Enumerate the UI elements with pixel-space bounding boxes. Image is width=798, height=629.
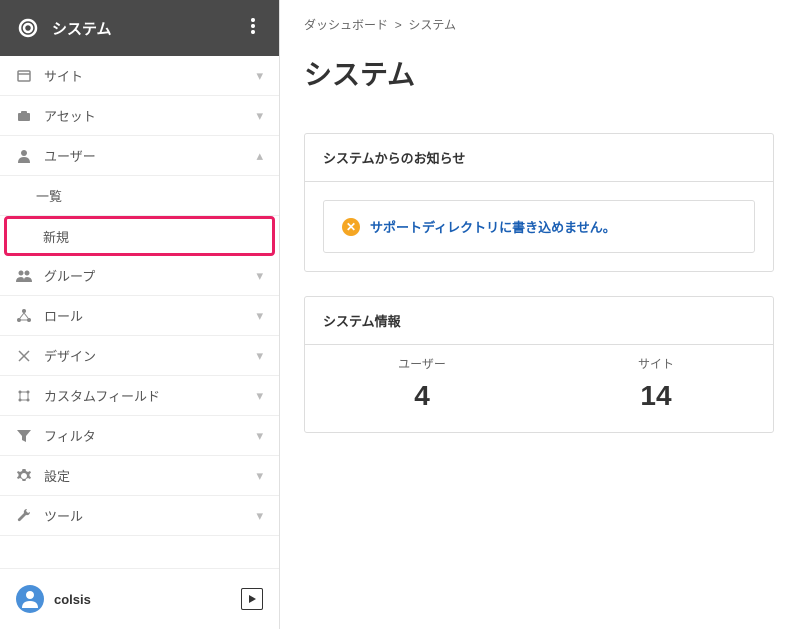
nav-item-filter[interactable]: フィルタ ▾ xyxy=(0,416,279,456)
nav-label: デザイン xyxy=(44,346,244,365)
stat-label: サイト xyxy=(539,355,773,372)
sidebar-header: システム xyxy=(0,0,279,56)
chevron-up-icon: ▴ xyxy=(256,148,263,164)
nav-subitem-list[interactable]: 一覧 xyxy=(0,176,279,216)
site-icon xyxy=(16,68,32,84)
field-icon xyxy=(16,388,32,404)
sidebar-header-left: システム xyxy=(16,16,112,40)
stats: ユーザー 4 サイト 14 xyxy=(305,345,773,432)
nav: サイト ▾ アセット ▾ ユーザー ▴ 一覧 新規 グループ ▾ ロール ▾ xyxy=(0,56,279,568)
nav-item-site[interactable]: サイト ▾ xyxy=(0,56,279,96)
nav-label: ユーザー xyxy=(44,146,244,165)
stat-value: 14 xyxy=(539,380,773,412)
stat-sites: サイト 14 xyxy=(539,355,773,412)
logo-icon xyxy=(16,16,40,40)
expand-icon[interactable] xyxy=(241,588,263,610)
user-info[interactable]: colsis xyxy=(16,585,91,613)
breadcrumb: ダッシュボード > システム xyxy=(304,16,774,33)
filter-icon xyxy=(16,428,32,444)
sidebar-title: システム xyxy=(52,18,112,39)
nav-label: ロール xyxy=(44,306,244,325)
wrench-icon xyxy=(16,508,32,524)
breadcrumb-sep: > xyxy=(395,18,402,32)
page-title: システム xyxy=(304,53,774,93)
chevron-down-icon: ▾ xyxy=(256,108,263,124)
design-icon xyxy=(16,348,32,364)
nav-item-field[interactable]: カスタムフィールド ▾ xyxy=(0,376,279,416)
chevron-down-icon: ▾ xyxy=(256,348,263,364)
chevron-down-icon: ▾ xyxy=(256,468,263,484)
chevron-down-icon: ▾ xyxy=(256,268,263,284)
main: ダッシュボード > システム システム システムからのお知らせ ✕ サポートディ… xyxy=(280,0,798,629)
nav-item-settings[interactable]: 設定 ▾ xyxy=(0,456,279,496)
info-header: システム情報 xyxy=(305,297,773,345)
nav-subitem-new[interactable]: 新規 xyxy=(4,216,275,256)
nav-item-group[interactable]: グループ ▾ xyxy=(0,256,279,296)
notice-header: システムからのお知らせ xyxy=(305,134,773,182)
nav-item-design[interactable]: デザイン ▾ xyxy=(0,336,279,376)
nav-sublabel: 一覧 xyxy=(36,186,62,205)
group-icon xyxy=(16,268,32,284)
role-icon xyxy=(16,308,32,324)
info-panel: システム情報 ユーザー 4 サイト 14 xyxy=(304,296,774,433)
nav-sublabel: 新規 xyxy=(43,227,69,246)
stat-value: 4 xyxy=(305,380,539,412)
more-icon[interactable] xyxy=(243,10,263,47)
username: colsis xyxy=(54,592,91,607)
nav-item-user[interactable]: ユーザー ▴ xyxy=(0,136,279,176)
stat-users: ユーザー 4 xyxy=(305,355,539,412)
notice-body: ✕ サポートディレクトリに書き込めません。 xyxy=(305,182,773,271)
nav-label: サイト xyxy=(44,66,244,85)
asset-icon xyxy=(16,108,32,124)
alert-text: サポートディレクトリに書き込めません。 xyxy=(370,217,616,236)
breadcrumb-current: システム xyxy=(408,18,456,32)
nav-item-asset[interactable]: アセット ▾ xyxy=(0,96,279,136)
nav-label: カスタムフィールド xyxy=(44,386,244,405)
gear-icon xyxy=(16,468,32,484)
chevron-down-icon: ▾ xyxy=(256,388,263,404)
sidebar: システム サイト ▾ アセット ▾ ユーザー ▴ 一覧 新規 グルー xyxy=(0,0,280,629)
avatar-icon xyxy=(16,585,44,613)
stat-label: ユーザー xyxy=(305,355,539,372)
warning-icon: ✕ xyxy=(342,218,360,236)
nav-label: ツール xyxy=(44,506,244,525)
chevron-down-icon: ▾ xyxy=(256,68,263,84)
nav-label: フィルタ xyxy=(44,426,244,445)
nav-item-tools[interactable]: ツール ▾ xyxy=(0,496,279,536)
breadcrumb-root[interactable]: ダッシュボード xyxy=(304,18,388,32)
chevron-down-icon: ▾ xyxy=(256,308,263,324)
user-icon xyxy=(16,148,32,164)
chevron-down-icon: ▾ xyxy=(256,508,263,524)
notice-panel: システムからのお知らせ ✕ サポートディレクトリに書き込めません。 xyxy=(304,133,774,272)
nav-item-role[interactable]: ロール ▾ xyxy=(0,296,279,336)
nav-label: グループ xyxy=(44,266,244,285)
sidebar-footer: colsis xyxy=(0,568,279,629)
chevron-down-icon: ▾ xyxy=(256,428,263,444)
nav-label: 設定 xyxy=(44,466,244,485)
alert[interactable]: ✕ サポートディレクトリに書き込めません。 xyxy=(323,200,755,253)
nav-label: アセット xyxy=(44,106,244,125)
